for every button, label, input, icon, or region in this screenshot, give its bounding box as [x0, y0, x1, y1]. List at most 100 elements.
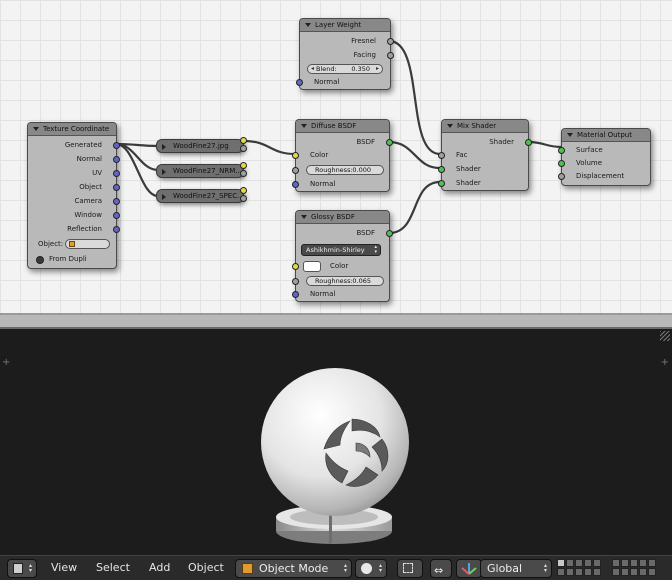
roughness-field[interactable]: Roughness: 0.000 [306, 165, 384, 175]
input-roughness-socket[interactable] [292, 278, 299, 285]
texture-name: WoodFine27_NRM.... [173, 167, 244, 175]
input-shader1-socket[interactable] [438, 166, 445, 173]
wire-mix-surface [526, 140, 564, 149]
texture3-alpha-socket[interactable] [240, 195, 247, 202]
input-shader1-label: Shader [456, 165, 481, 173]
object-field[interactable] [65, 239, 110, 249]
collapse-icon[interactable] [305, 23, 311, 27]
output-object-socket[interactable] [113, 184, 120, 191]
input-normal-socket[interactable] [292, 181, 299, 188]
output-bsdf-socket[interactable] [386, 230, 393, 237]
area-divider[interactable] [0, 313, 672, 329]
transform-orientation-icon-button[interactable] [456, 559, 482, 578]
texture1-color-socket[interactable] [240, 137, 247, 144]
texture2-color-socket[interactable] [240, 162, 247, 169]
blend-field[interactable]: ◂ Blend: 0.350 ▸ [307, 64, 383, 74]
layer-weight-node[interactable]: Layer Weight Fresnel Facing ◂ Blend: 0.350… [296, 18, 394, 90]
pivot-point-button[interactable] [397, 559, 423, 578]
input-surface-socket[interactable] [558, 147, 565, 154]
roughness-field[interactable]: Roughness: 0.065 [306, 276, 384, 286]
output-normal-label: Normal [76, 155, 102, 163]
node-editor[interactable]: Texture Coordinate Generated Normal UV O… [0, 0, 672, 313]
input-fac-socket[interactable] [438, 152, 445, 159]
layer-weight-header[interactable]: Layer Weight [300, 19, 390, 32]
output-window-socket[interactable] [113, 212, 120, 219]
wire-glossy-shader [387, 180, 442, 235]
viewport-header: ▴ ▾ View Select Add Object Object Mode ▴ ▾… [0, 555, 672, 580]
input-roughness-socket[interactable] [292, 167, 299, 174]
glossy-bsdf-header[interactable]: Glossy BSDF [296, 211, 389, 224]
decrement-arrow-icon[interactable]: ◂ [311, 65, 314, 73]
texture2-alpha-socket[interactable] [240, 170, 247, 177]
texture-node-woodfine27-nrm[interactable]: WoodFine27_NRM.... [156, 164, 244, 178]
3d-viewport[interactable]: + + [0, 329, 672, 555]
material-output-header[interactable]: Material Output [562, 129, 650, 142]
collapse-icon[interactable] [33, 127, 39, 131]
output-camera-socket[interactable] [113, 198, 120, 205]
from-dupli-checkbox[interactable] [36, 256, 44, 264]
input-normal-socket[interactable] [292, 291, 299, 298]
transform-orientation-selector[interactable]: Global ▴ ▾ [480, 559, 552, 578]
mode-value: Object Mode [259, 562, 329, 575]
input-displacement-socket[interactable] [558, 173, 565, 180]
manipulator-toggle[interactable]: ⇔ [430, 559, 452, 578]
layer-buttons-b[interactable] [612, 559, 656, 578]
collapse-icon[interactable] [567, 133, 573, 137]
dropdown-arrows-icon: ▴ ▾ [28, 562, 32, 574]
distribution-dropdown[interactable]: Ashikhmin-Shirley ▴ ▾ [301, 244, 381, 256]
expand-icon[interactable] [162, 144, 166, 150]
output-fresnel-socket[interactable] [387, 38, 394, 45]
view-menu[interactable]: View [51, 560, 77, 576]
dropdown-arrows-icon: ▴ ▾ [543, 562, 547, 574]
texture-coordinate-node[interactable]: Texture Coordinate Generated Normal UV O… [27, 122, 120, 269]
collapse-icon[interactable] [301, 124, 307, 128]
select-menu[interactable]: Select [96, 560, 130, 576]
object-cube-icon [69, 241, 75, 247]
texture3-color-socket[interactable] [240, 187, 247, 194]
texture-name: WoodFine27.jpg [173, 142, 229, 150]
color-swatch[interactable] [303, 261, 321, 272]
mix-shader-node[interactable]: Mix Shader Shader Fac Shader Shader [438, 119, 532, 191]
texture1-alpha-socket[interactable] [240, 145, 247, 152]
object-menu[interactable]: Object [188, 560, 224, 576]
output-reflection-socket[interactable] [113, 226, 120, 233]
collapse-icon[interactable] [301, 215, 307, 219]
output-bsdf-socket[interactable] [386, 139, 393, 146]
input-color-socket[interactable] [292, 152, 299, 159]
input-shader2-socket[interactable] [438, 180, 445, 187]
node-title: Glossy BSDF [311, 213, 355, 221]
expand-icon[interactable] [162, 169, 166, 175]
texture-coordinate-header[interactable]: Texture Coordinate [28, 123, 116, 136]
layer-buttons-a[interactable] [557, 559, 601, 578]
output-uv-socket[interactable] [113, 170, 120, 177]
glossy-bsdf-node[interactable]: Glossy BSDF BSDF Ashikhmin-Shirley ▴ ▾ Co… [292, 210, 393, 302]
texture-node-woodfine27[interactable]: WoodFine27.jpg [156, 139, 244, 153]
input-displacement-label: Displacement [576, 172, 625, 180]
input-volume-socket[interactable] [558, 160, 565, 167]
mode-selector[interactable]: Object Mode ▴ ▾ [235, 559, 352, 578]
editor-type-button[interactable]: ▴ ▾ [7, 559, 37, 578]
input-normal-socket[interactable] [296, 79, 303, 86]
diffuse-bsdf-node[interactable]: Diffuse BSDF BSDF Color Roughness: 0.000 … [292, 119, 393, 192]
viewport-shading-button[interactable]: ▴ ▾ [355, 559, 387, 578]
input-fac-label: Fac [456, 151, 468, 159]
output-uv-label: UV [92, 169, 102, 177]
output-normal-socket[interactable] [113, 156, 120, 163]
output-bsdf-label: BSDF [356, 229, 375, 237]
output-shader-socket[interactable] [525, 139, 532, 146]
mix-shader-header[interactable]: Mix Shader [442, 120, 528, 133]
input-color-socket[interactable] [292, 263, 299, 270]
material-output-node[interactable]: Material Output Surface Volume Displacem… [558, 128, 651, 186]
output-camera-label: Camera [74, 197, 102, 205]
expand-icon[interactable] [162, 194, 166, 200]
output-facing-label: Facing [353, 51, 376, 59]
diffuse-bsdf-header[interactable]: Diffuse BSDF [296, 120, 389, 133]
add-menu[interactable]: Add [149, 560, 170, 576]
output-window-label: Window [74, 211, 102, 219]
roughness-label: Roughness: [315, 166, 353, 174]
increment-arrow-icon[interactable]: ▸ [376, 65, 379, 73]
output-generated-socket[interactable] [113, 142, 120, 149]
output-facing-socket[interactable] [387, 52, 394, 59]
texture-node-woodfine27-spec[interactable]: WoodFine27_SPEC.... [156, 189, 244, 203]
collapse-icon[interactable] [447, 124, 453, 128]
